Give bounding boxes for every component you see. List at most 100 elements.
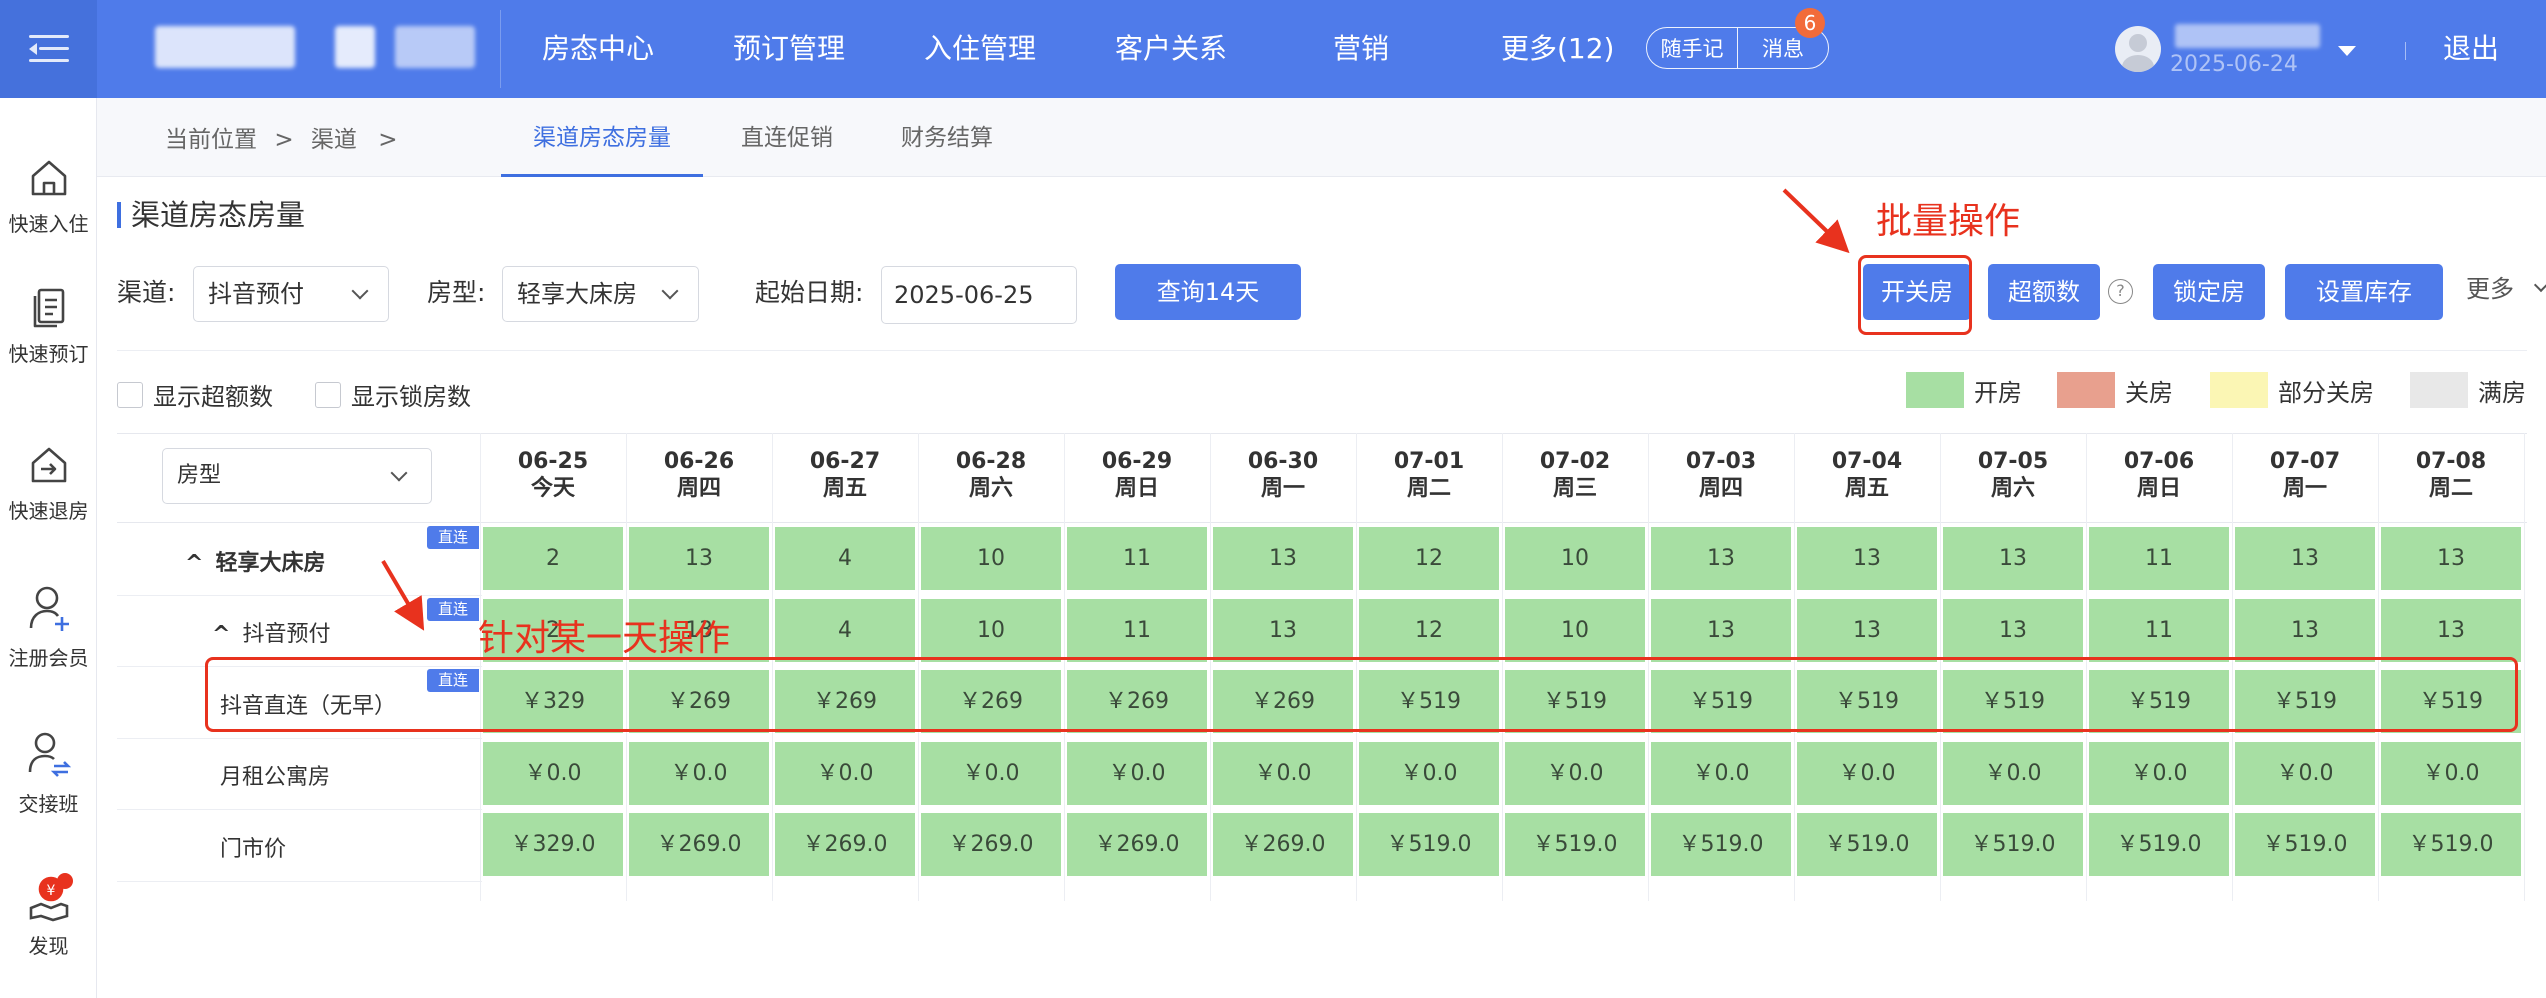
inventory-cell[interactable]: ￥519.0 [1797, 813, 1937, 877]
inventory-cell[interactable]: 13 [1797, 598, 1937, 662]
row-divider [117, 809, 482, 810]
breadcrumb-channel[interactable]: 渠道 [311, 127, 357, 153]
collapse-caret-icon[interactable]: ^ [185, 551, 203, 576]
inventory-cell[interactable]: ￥519.0 [1359, 813, 1499, 877]
inventory-cell[interactable]: 13 [629, 527, 769, 591]
inventory-cell[interactable]: 11 [2089, 598, 2229, 662]
show-locked-checkbox[interactable]: 显示锁房数 [315, 377, 471, 412]
channel-select[interactable]: 抖音预付 [193, 266, 389, 322]
checkbox-label: 显示超额数 [153, 383, 273, 411]
inventory-cell[interactable]: 13 [2381, 527, 2521, 591]
start-date-input[interactable] [881, 266, 1077, 324]
inventory-cell[interactable]: ￥269.0 [1213, 813, 1353, 877]
inventory-cell[interactable]: ￥519.0 [2235, 813, 2375, 877]
nav-checkin-management[interactable]: 入住管理 [924, 0, 1036, 98]
collapse-caret-icon[interactable]: ^ [212, 622, 230, 647]
inventory-cell[interactable]: ￥0.0 [1359, 741, 1499, 805]
inventory-cell[interactable]: 13 [1651, 598, 1791, 662]
inventory-cell[interactable]: 13 [1943, 598, 2083, 662]
logout-button[interactable]: 退出 [2443, 0, 2499, 98]
inventory-cell[interactable]: 12 [1359, 598, 1499, 662]
query-14-days-button[interactable]: 查询14天 [1115, 264, 1301, 320]
inventory-cell[interactable]: ￥0.0 [1651, 741, 1791, 805]
tab-financial-settlement[interactable]: 财务结算 [901, 98, 993, 177]
checkbox-box[interactable] [117, 381, 143, 408]
inventory-cell[interactable]: ￥0.0 [1797, 741, 1937, 805]
inventory-cell[interactable]: 12 [1359, 527, 1499, 591]
inventory-cell[interactable]: 13 [1797, 527, 1937, 591]
avatar[interactable] [2115, 26, 2161, 72]
nav-booking-management[interactable]: 预订管理 [733, 0, 845, 98]
chevron-down-icon [661, 282, 679, 300]
more-actions-label: 更多 [2466, 275, 2514, 303]
inventory-cell[interactable]: 4 [775, 527, 915, 591]
nav-customer-relations[interactable]: 客户关系 [1115, 0, 1227, 98]
menu-toggle-button[interactable] [0, 0, 97, 98]
inventory-cell[interactable]: ￥0.0 [2381, 741, 2521, 805]
inventory-cell[interactable]: ￥269.0 [1067, 813, 1207, 877]
inventory-cell[interactable]: 10 [1505, 527, 1645, 591]
user-dropdown-caret-icon[interactable] [2338, 46, 2356, 56]
inventory-cell[interactable]: ￥519.0 [2089, 813, 2229, 877]
inventory-cell[interactable]: ￥0.0 [2089, 741, 2229, 805]
nav-room-status-center[interactable]: 房态中心 [542, 0, 654, 98]
nav-more[interactable]: 更多(12) [1501, 0, 1614, 98]
inventory-cell[interactable]: 13 [1651, 527, 1791, 591]
inventory-cell[interactable]: 2 [483, 527, 623, 591]
row-label[interactable]: ^ 轻享大床房 [185, 545, 325, 577]
room-type-select[interactable]: 轻享大床房 [502, 266, 699, 322]
inventory-cell[interactable]: 13 [2235, 598, 2375, 662]
inventory-cell[interactable]: ￥519.0 [1505, 813, 1645, 877]
sidebar-item-shift-handover[interactable]: 交接班 [0, 730, 97, 817]
sidebar-item-quick-checkout[interactable]: 快速退房 [0, 443, 97, 524]
lock-room-button[interactable]: 锁定房 [2153, 264, 2265, 320]
sidebar-item-quick-checkin[interactable]: 快速入住 [0, 156, 97, 237]
inventory-cell[interactable]: 13 [1943, 527, 2083, 591]
tab-channel-inventory[interactable]: 渠道房态房量 [501, 98, 703, 177]
date-column-header: 06-27 周五 [772, 433, 918, 523]
inventory-cell[interactable]: ￥0.0 [629, 741, 769, 805]
inventory-cell[interactable]: 10 [1505, 598, 1645, 662]
inventory-cell[interactable]: ￥519.0 [1943, 813, 2083, 877]
inventory-cell[interactable]: ￥519.0 [2381, 813, 2521, 877]
shift-handover-icon [28, 732, 71, 777]
legend-swatch [2410, 372, 2468, 408]
inventory-cell[interactable]: ￥329.0 [483, 813, 623, 877]
inventory-cell[interactable]: 4 [775, 598, 915, 662]
inventory-cell[interactable]: ￥0.0 [775, 741, 915, 805]
inventory-cell[interactable]: 13 [1213, 598, 1353, 662]
inventory-cell[interactable]: 11 [2089, 527, 2229, 591]
inventory-cell[interactable]: ￥269.0 [629, 813, 769, 877]
sidebar-item-discover[interactable]: ¥ 发现 [0, 874, 97, 959]
show-over-quota-checkbox[interactable]: 显示超额数 [117, 377, 273, 412]
over-quota-button[interactable]: 超额数 [1988, 264, 2100, 320]
notes-button[interactable]: 随手记 [1647, 28, 1737, 68]
inventory-cell[interactable]: ￥0.0 [921, 741, 1061, 805]
inventory-cell[interactable]: 10 [921, 598, 1061, 662]
inventory-cell[interactable]: ￥0.0 [1505, 741, 1645, 805]
row-label[interactable]: ^ 抖音预付 [212, 616, 330, 648]
sidebar-item-quick-booking[interactable]: 快速预订 [0, 286, 97, 367]
inventory-cell[interactable]: ￥0.0 [1213, 741, 1353, 805]
inventory-cell[interactable]: ￥0.0 [1943, 741, 2083, 805]
sidebar-item-register-member[interactable]: 注册会员 [0, 584, 97, 671]
inventory-cell[interactable]: ￥0.0 [483, 741, 623, 805]
tab-direct-promotion[interactable]: 直连促销 [741, 98, 833, 177]
checkbox-box[interactable] [315, 381, 341, 408]
inventory-cell[interactable]: ￥269.0 [921, 813, 1061, 877]
inventory-cell[interactable]: 11 [1067, 598, 1207, 662]
more-actions-dropdown[interactable]: 更多 [2466, 274, 2546, 304]
nav-marketing[interactable]: 营销 [1333, 0, 1389, 98]
room-type-filter-select[interactable]: 房型 [162, 448, 432, 504]
help-icon[interactable]: ? [2108, 279, 2133, 304]
inventory-cell[interactable]: ￥269.0 [775, 813, 915, 877]
inventory-cell[interactable]: 10 [921, 527, 1061, 591]
inventory-cell[interactable]: ￥0.0 [1067, 741, 1207, 805]
inventory-cell[interactable]: 11 [1067, 527, 1207, 591]
inventory-cell[interactable]: 13 [2381, 598, 2521, 662]
inventory-cell[interactable]: 13 [1213, 527, 1353, 591]
inventory-cell[interactable]: 13 [2235, 527, 2375, 591]
inventory-cell[interactable]: ￥0.0 [2235, 741, 2375, 805]
set-inventory-button[interactable]: 设置库存 [2285, 264, 2443, 320]
inventory-cell[interactable]: ￥519.0 [1651, 813, 1791, 877]
